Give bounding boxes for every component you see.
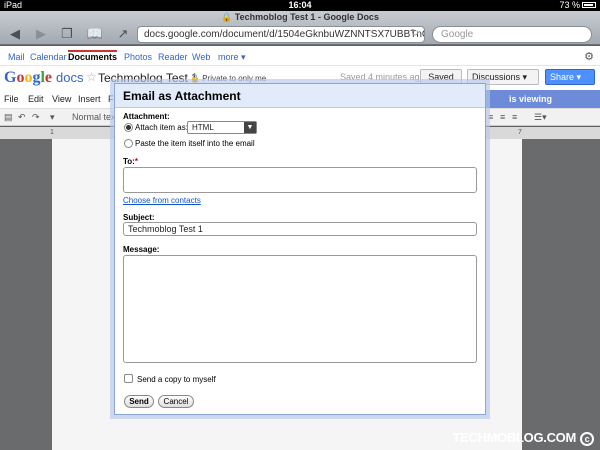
paste-radio-label[interactable]: Paste the item itself into the email bbox=[135, 139, 255, 148]
cancel-button[interactable]: Cancel bbox=[158, 395, 194, 408]
gbar-documents[interactable]: Documents bbox=[68, 50, 118, 62]
format-select[interactable]: HTML ▼ bbox=[187, 121, 257, 134]
gbar-mail[interactable]: Mail bbox=[8, 52, 25, 62]
align-center-icon[interactable]: ≡ bbox=[500, 112, 505, 122]
reload-icon[interactable]: ↻ bbox=[411, 28, 419, 39]
message-field[interactable] bbox=[123, 255, 477, 363]
google-bar: Mail Calendar Documents Photos Reader We… bbox=[0, 46, 600, 66]
menu-view[interactable]: View bbox=[52, 94, 71, 104]
copy-checkbox-label[interactable]: Send a copy to myself bbox=[137, 375, 216, 384]
undo-icon[interactable]: ↶ bbox=[18, 112, 26, 123]
techmoblog-watermark: TECHMOBLOG.COM c bbox=[452, 430, 594, 446]
line-spacing-icon[interactable]: ☰▾ bbox=[534, 112, 547, 123]
redo-icon[interactable]: ↷ bbox=[32, 112, 40, 123]
viewers-indicator: is viewing bbox=[485, 90, 600, 108]
clock: 16:04 bbox=[288, 0, 312, 10]
attachment-label: Attachment: bbox=[123, 112, 170, 121]
menu-file[interactable]: File bbox=[4, 94, 19, 104]
paste-radio[interactable] bbox=[124, 139, 133, 148]
to-label: To:* bbox=[123, 157, 138, 166]
menu-format[interactable]: F bbox=[108, 94, 114, 104]
paint-format-icon[interactable]: ▾ bbox=[50, 112, 55, 123]
gbar-reader[interactable]: Reader bbox=[158, 52, 188, 62]
email-attachment-dialog: Email as Attachment Attachment: Attach i… bbox=[114, 83, 486, 415]
attach-radio[interactable] bbox=[124, 123, 133, 132]
share-action-icon[interactable]: ↗ bbox=[112, 27, 134, 41]
style-select[interactable]: Normal text bbox=[72, 112, 118, 122]
menu-insert[interactable]: Insert bbox=[78, 94, 101, 104]
share-button[interactable]: Share ▾ bbox=[545, 69, 595, 85]
gbar-more[interactable]: more ▾ bbox=[218, 52, 246, 63]
chevron-down-icon: ▼ bbox=[244, 122, 256, 133]
choose-contacts-link[interactable]: Choose from contacts bbox=[123, 196, 201, 205]
ruler-start: 1 bbox=[50, 129, 54, 136]
save-status: Saved 4 minutes ago bbox=[340, 72, 425, 82]
gbar-photos[interactable]: Photos bbox=[124, 52, 152, 62]
copy-checkbox[interactable] bbox=[124, 374, 133, 383]
battery-icon bbox=[582, 1, 596, 8]
gbar-web[interactable]: Web bbox=[192, 52, 210, 62]
copyright-icon: c bbox=[580, 432, 594, 446]
page-title: 🔒 Techmoblog Test 1 - Google Docs bbox=[221, 12, 379, 22]
battery-status: 73 % bbox=[559, 0, 596, 10]
bookmarks-icon[interactable]: 📖 bbox=[84, 27, 106, 41]
message-label: Message: bbox=[123, 245, 160, 254]
google-docs-logo[interactable]: Google docs bbox=[4, 69, 83, 87]
pages-icon[interactable]: ❐ bbox=[56, 27, 78, 41]
status-bar: iPad 16:04 73 % bbox=[0, 0, 600, 11]
to-field[interactable] bbox=[123, 167, 477, 193]
align-right-icon[interactable]: ≡ bbox=[512, 112, 517, 122]
ruler-end: 7 bbox=[518, 129, 522, 136]
browser-toolbar: 🔒 Techmoblog Test 1 - Google Docs ◀ ▶ ❐ … bbox=[0, 11, 600, 45]
privacy-status[interactable]: 🔒 Private to only me bbox=[190, 74, 266, 83]
search-field[interactable]: Google bbox=[432, 26, 592, 43]
subject-label: Subject: bbox=[123, 213, 155, 222]
menu-edit[interactable]: Edit bbox=[28, 94, 44, 104]
gear-icon[interactable]: ⚙ bbox=[584, 50, 594, 63]
align-left-icon[interactable]: ≡ bbox=[488, 112, 493, 122]
star-icon[interactable]: ☆ bbox=[86, 70, 97, 84]
attach-radio-label[interactable]: Attach item as: bbox=[135, 123, 188, 132]
forward-icon[interactable]: ▶ bbox=[30, 27, 52, 41]
send-button[interactable]: Send bbox=[124, 395, 154, 408]
back-icon[interactable]: ◀ bbox=[4, 27, 26, 41]
gbar-calendar[interactable]: Calendar bbox=[30, 52, 67, 62]
print-icon[interactable]: ▤ bbox=[4, 112, 13, 123]
subject-field[interactable]: Techmoblog Test 1 bbox=[123, 222, 477, 236]
dialog-title: Email as Attachment bbox=[115, 84, 485, 108]
address-bar[interactable]: docs.google.com/document/d/1504eGknbuWZN… bbox=[137, 26, 425, 43]
